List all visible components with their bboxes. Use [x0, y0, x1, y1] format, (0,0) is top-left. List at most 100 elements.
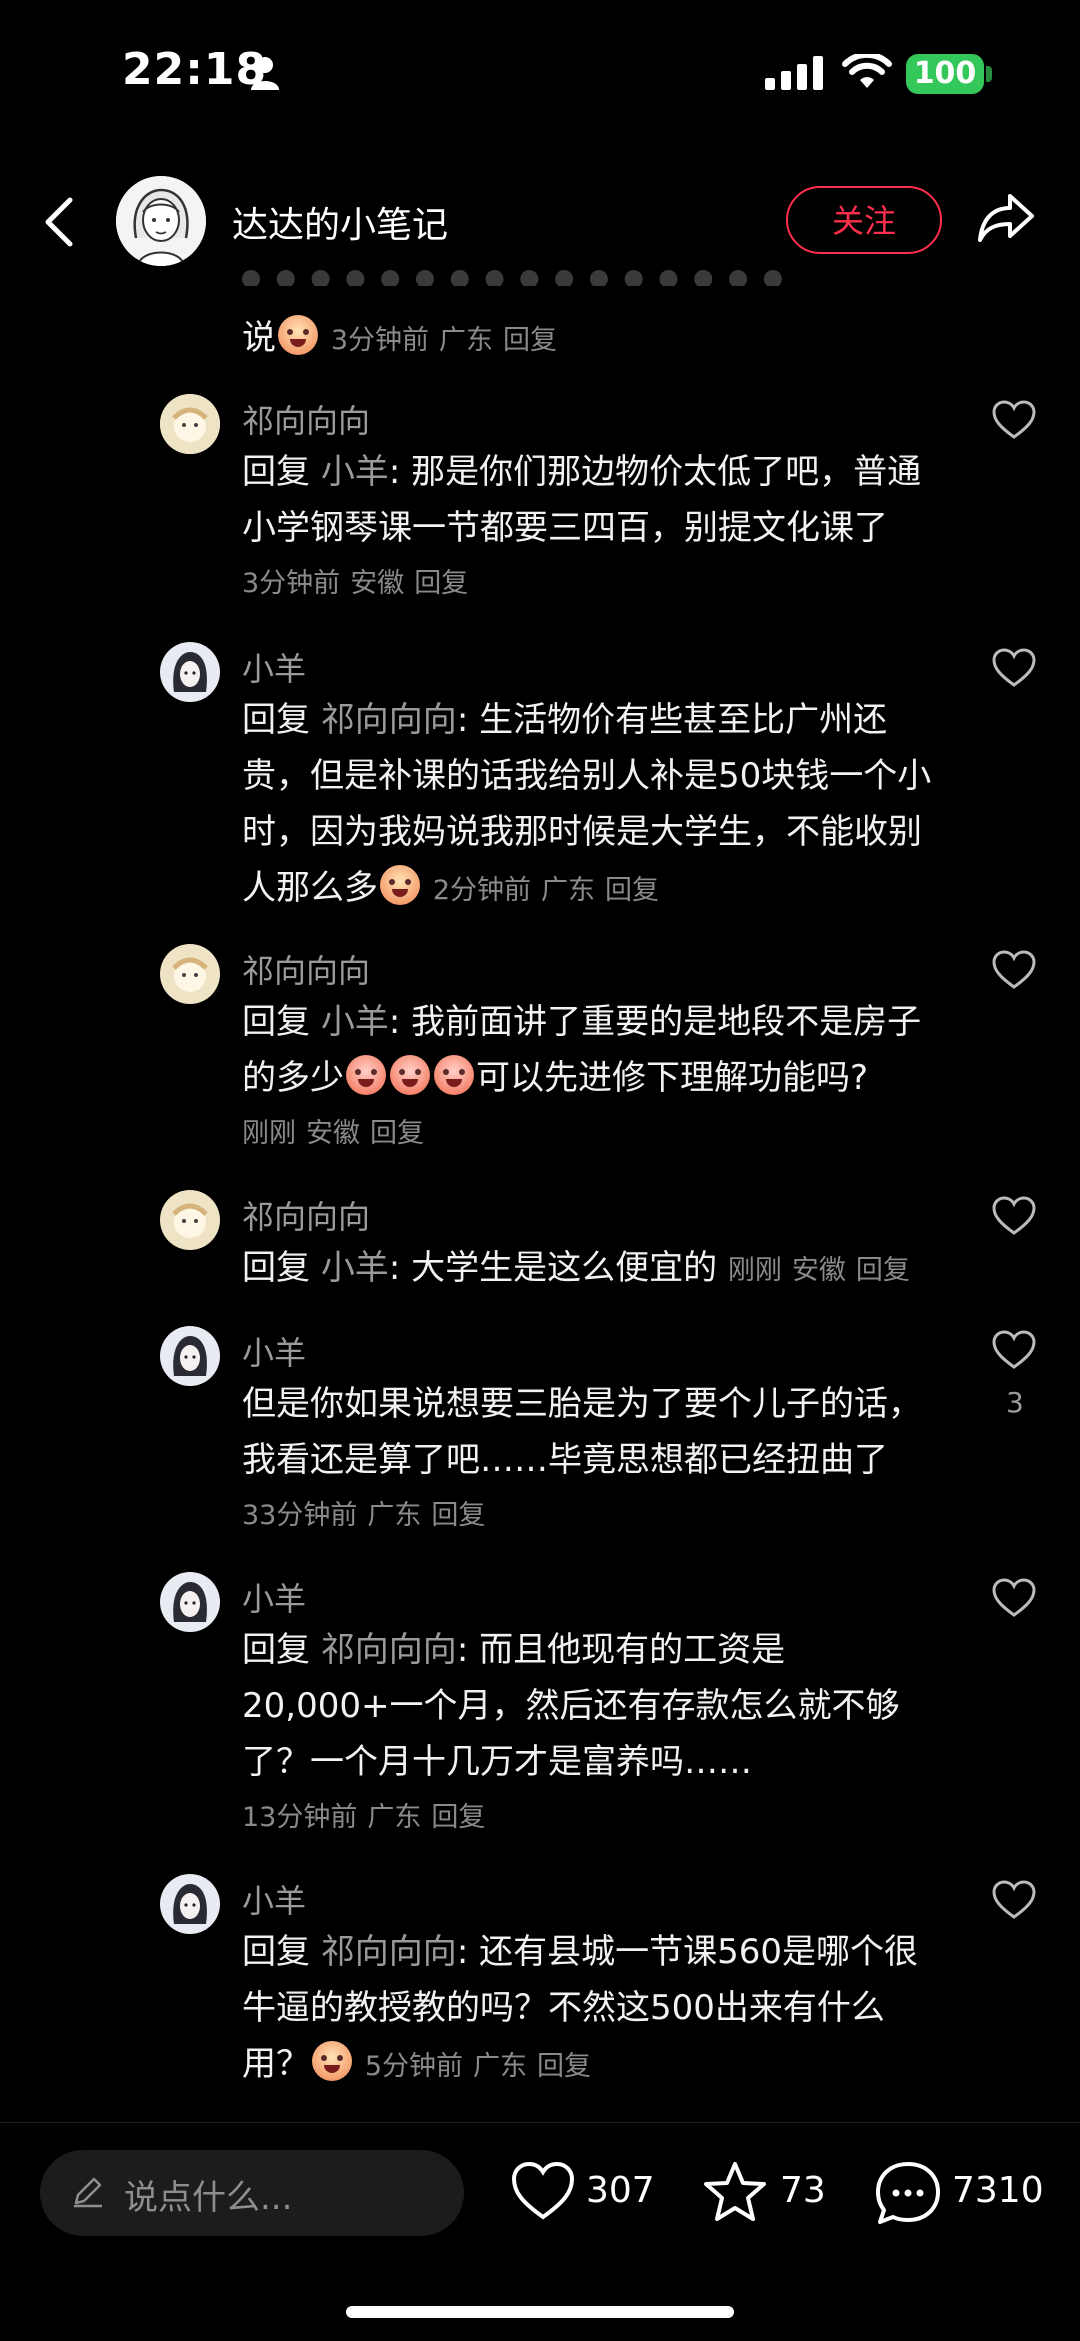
mention-name[interactable]: 祁向向向: [321, 700, 457, 740]
girl-sketch-icon: [116, 176, 206, 266]
signal-icon: [765, 56, 823, 90]
bottom-divider: [0, 2122, 1080, 2123]
avatar[interactable]: [160, 1326, 220, 1386]
heart-icon[interactable]: [992, 1330, 1036, 1370]
comment-text: 回复 小羊: 那是你们那边物价太低了吧，普通小学钢琴课一节都要三四百，别提文化课…: [242, 444, 942, 612]
girl-avatar-icon: [160, 642, 220, 702]
battery-tip: [986, 66, 992, 82]
comment-time: 33分钟前: [242, 1500, 358, 1531]
comment-text: 回复 祁向向向: 而且他现有的工资是 20,000+一个月，然后还有存款怎么就不…: [242, 1622, 942, 1846]
mention-name[interactable]: 祁向向向: [321, 1630, 457, 1670]
comment-body: 但是你如果说想要三胎是为了要个儿子的话，我看还是算了吧……毕竟思想都已经扭曲了: [242, 1384, 922, 1480]
comment-body: : 大学生是这么便宜的: [388, 1248, 718, 1288]
wifi-icon: [842, 54, 892, 88]
mention-name[interactable]: 小羊: [321, 1002, 389, 1042]
comment-location: 广东: [439, 325, 493, 356]
comment-text: 回复 小羊: 大学生是这么便宜的 刚刚 安徽 回复: [242, 1240, 942, 1299]
heart-icon[interactable]: [992, 1880, 1036, 1920]
star-icon[interactable]: [702, 2160, 768, 2224]
comment-text: 回复 祁向向向: 还有县城一节课560是哪个很牛逼的教授教的吗？不然这500出来…: [242, 1924, 942, 2095]
battery-indicator: 100: [906, 54, 984, 94]
reply-prefix: 回复: [242, 700, 310, 740]
comment-location: 广东: [473, 2051, 527, 2082]
comment-location: 安徽: [306, 1118, 360, 1149]
heart-icon[interactable]: [992, 400, 1036, 440]
home-indicator[interactable]: [346, 2306, 734, 2318]
commenter-name[interactable]: 祁向向向: [242, 946, 370, 992]
cut-off-text: [242, 266, 922, 286]
reply-link[interactable]: 回复: [605, 875, 659, 906]
author-name[interactable]: 达达的小笔记: [232, 196, 448, 248]
comment-location: 安徽: [791, 1255, 846, 1286]
avatar[interactable]: [160, 1572, 220, 1632]
cartoon-avatar-icon: [160, 1190, 220, 1250]
follow-button[interactable]: 关注: [786, 186, 942, 254]
comment-location: 安徽: [350, 568, 405, 599]
comment-time: 5分钟前: [364, 2051, 463, 2082]
commenter-name[interactable]: 祁向向向: [242, 396, 370, 442]
share-icon[interactable]: [976, 190, 1036, 246]
commenter-name[interactable]: 小羊: [242, 644, 306, 690]
angry-emoji-icon: [346, 1055, 386, 1095]
like-count-total: 307: [586, 2170, 655, 2211]
mention-name[interactable]: 祁向向向: [321, 1932, 457, 1972]
reply-link[interactable]: 回复: [431, 1802, 485, 1833]
partial-comment: 说 3分钟前 广东 回复: [242, 310, 567, 359]
reply-prefix: 回复: [242, 1002, 310, 1042]
avatar[interactable]: [160, 944, 220, 1004]
comment-input-placeholder[interactable]: 说点什么...: [124, 2170, 292, 2219]
star-count: 73: [780, 2170, 826, 2211]
partial-comment-text: 说: [242, 318, 276, 358]
heart-icon[interactable]: [992, 648, 1036, 688]
comment-time: 13分钟前: [242, 1802, 358, 1833]
girl-avatar-icon: [160, 1572, 220, 1632]
commenter-name[interactable]: 小羊: [242, 1876, 306, 1922]
reply-prefix: 回复: [242, 1248, 310, 1288]
reply-link[interactable]: 回复: [856, 1255, 910, 1286]
person-icon: [251, 57, 279, 90]
comment-time: 3分钟前: [330, 325, 429, 356]
comment-text: 回复 小羊: 我前面讲了重要的是地段不是房子的多少 可以先进修下理解功能吗? 刚刚…: [242, 994, 942, 1162]
mention-name[interactable]: 小羊: [321, 1248, 389, 1288]
comment-time: 刚刚: [242, 1118, 296, 1149]
comment-body-continued: 可以先进修下理解功能吗?: [476, 1058, 869, 1098]
author-avatar[interactable]: [116, 176, 206, 266]
status-time: 22:18: [122, 44, 268, 95]
comment-bubble-icon[interactable]: [874, 2160, 942, 2226]
comment-time: 刚刚: [727, 1255, 782, 1286]
mention-name[interactable]: 小羊: [321, 452, 389, 492]
commenter-name[interactable]: 小羊: [242, 1328, 306, 1374]
comment-location: 广东: [367, 1802, 422, 1833]
reply-link[interactable]: 回复: [414, 568, 468, 599]
crying-emoji-icon: [380, 865, 420, 905]
girl-avatar-icon: [160, 1874, 220, 1934]
comment-location: 广东: [541, 875, 595, 906]
angry-emoji-icon: [390, 1055, 430, 1095]
heart-icon[interactable]: [992, 1578, 1036, 1618]
commenter-name[interactable]: 小羊: [242, 1574, 306, 1620]
cartoon-avatar-icon: [160, 394, 220, 454]
girl-avatar-icon: [160, 1326, 220, 1386]
comment-time: 2分钟前: [432, 875, 531, 906]
reply-link[interactable]: 回复: [537, 2051, 591, 2082]
comment-count: 7310: [952, 2170, 1044, 2211]
avatar[interactable]: [160, 1874, 220, 1934]
comment-location: 广东: [367, 1500, 422, 1531]
comment-time: 3分钟前: [242, 568, 341, 599]
like-heart-icon[interactable]: [510, 2160, 576, 2222]
like-count: 3: [1006, 1386, 1024, 1419]
cartoon-avatar-icon: [160, 944, 220, 1004]
avatar[interactable]: [160, 394, 220, 454]
avatar[interactable]: [160, 642, 220, 702]
heart-icon[interactable]: [992, 1196, 1036, 1236]
back-arrow-icon[interactable]: [44, 196, 74, 248]
comment-text: 回复 祁向向向: 生活物价有些甚至比广州还贵，但是补课的话我给别人补是50块钱一…: [242, 692, 942, 919]
avatar[interactable]: [160, 1190, 220, 1250]
reply-link[interactable]: 回复: [503, 325, 557, 356]
reply-link[interactable]: 回复: [431, 1500, 485, 1531]
heart-icon[interactable]: [992, 950, 1036, 990]
commenter-name[interactable]: 祁向向向: [242, 1192, 370, 1238]
reply-prefix: 回复: [242, 1630, 310, 1670]
reply-link[interactable]: 回复: [370, 1118, 424, 1149]
crying-emoji-icon: [312, 2041, 352, 2081]
